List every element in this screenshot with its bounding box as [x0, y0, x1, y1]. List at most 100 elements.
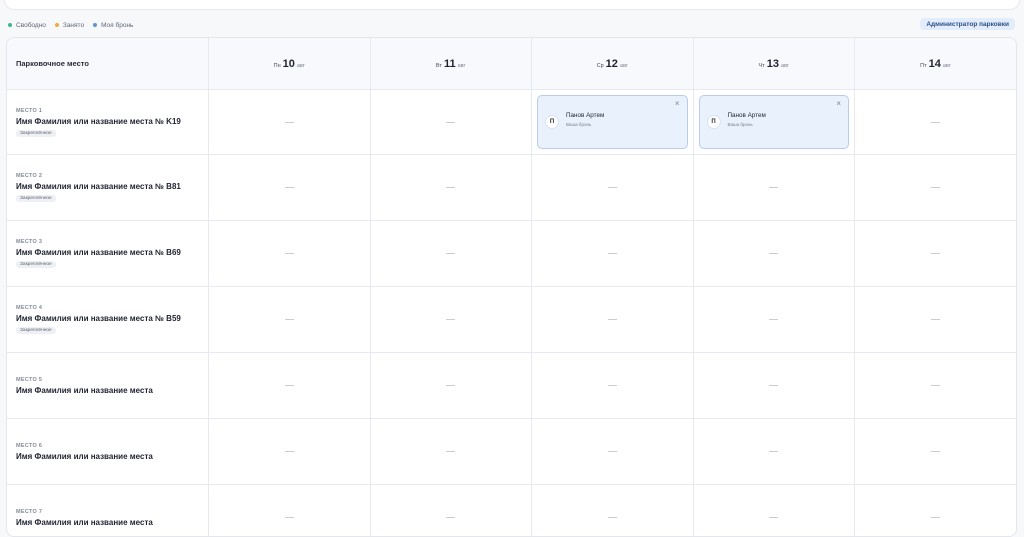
booking-subtitle: Ваша бронь: [727, 121, 753, 127]
slot-cell[interactable]: [532, 221, 694, 286]
slot-cell[interactable]: [694, 485, 855, 536]
spot-name: Имя Фамилия или название места: [16, 385, 153, 395]
booking-owner-name: Панов Артем: [727, 111, 766, 119]
empty-slot-dash: [284, 187, 294, 188]
slot-cell[interactable]: [371, 419, 532, 484]
legend-mine: Моя бронь: [93, 22, 133, 29]
empty-slot-dash: [446, 385, 456, 386]
close-icon[interactable]: ×: [675, 100, 680, 108]
spot-code: МЕСТО 1: [16, 107, 43, 114]
empty-slot-dash: [607, 187, 617, 188]
fixed-spot-badge: Закреплённое: [16, 261, 56, 268]
legend-busy: Занято: [54, 22, 84, 29]
day-weekday: Пт: [920, 62, 927, 69]
slot-cell[interactable]: [855, 221, 1016, 286]
day-header-mon: Пн 10 авг: [209, 38, 371, 89]
empty-slot-dash: [931, 121, 940, 123]
spot-name: Имя Фамилия или название места: [16, 517, 153, 527]
day-weekday: Чт: [758, 62, 765, 69]
spot-cell: МЕСТО 1 Имя Фамилия или название места №…: [7, 90, 209, 154]
slot-cell[interactable]: [532, 353, 694, 418]
slot-cell[interactable]: [209, 287, 371, 352]
avatar: П: [545, 115, 559, 129]
booking-card[interactable]: П Панов Артем Ваша бронь ×: [698, 95, 849, 149]
close-icon[interactable]: ×: [836, 100, 841, 108]
slot-cell[interactable]: [694, 287, 855, 352]
table-row: МЕСТО 4 Имя Фамилия или название места №…: [7, 287, 1016, 353]
table-row: МЕСТО 5 Имя Фамилия или название места: [7, 353, 1016, 419]
empty-slot-dash: [931, 319, 940, 320]
day-header-tue: Вт 11 авг: [371, 38, 532, 89]
slot-cell[interactable]: [371, 353, 532, 418]
slot-cell[interactable]: [694, 353, 855, 418]
parking-schedule-table: Парковочное место Пн 10 авг Вт 11 авг Ср…: [6, 37, 1017, 537]
table-row: МЕСТО 6 Имя Фамилия или название места: [7, 419, 1016, 485]
slot-cell: П Панов Артем Ваша бронь ×: [694, 90, 855, 154]
status-legend: Свободно Занято Моя бронь: [8, 19, 133, 31]
day-weekday: Ср: [596, 62, 604, 69]
slot-cell[interactable]: [371, 90, 532, 154]
fixed-spot-badge: Закреплённое: [16, 327, 56, 334]
booking-card[interactable]: П Панов Артем Ваша бронь ×: [537, 95, 688, 149]
slot-cell[interactable]: [209, 90, 371, 154]
table-row: МЕСТО 3 Имя Фамилия или название места №…: [7, 221, 1016, 287]
empty-slot-dash: [446, 517, 456, 518]
empty-slot-dash: [769, 319, 779, 320]
slot-cell[interactable]: [855, 419, 1016, 484]
empty-slot-dash: [607, 253, 617, 254]
legend-mine-label: Моя бронь: [101, 21, 134, 29]
slot-cell[interactable]: [532, 155, 694, 220]
empty-slot-dash: [446, 319, 456, 320]
slot-cell[interactable]: [209, 155, 371, 220]
spot-cell: МЕСТО 6 Имя Фамилия или название места: [7, 419, 209, 484]
empty-slot-dash: [446, 253, 456, 254]
spot-name: Имя Фамилия или название места № B69: [16, 248, 181, 257]
slot-cell[interactable]: [532, 419, 694, 484]
slot-cell[interactable]: [532, 485, 694, 536]
empty-slot-dash: [284, 121, 294, 123]
slot-cell[interactable]: [855, 155, 1016, 220]
fixed-spot-badge: Закреплённое: [16, 129, 56, 137]
empty-slot-dash: [446, 187, 456, 188]
empty-slot-dash: [769, 187, 779, 188]
slot-cell[interactable]: [371, 155, 532, 220]
spot-name: Имя Фамилия или название места № B59: [16, 314, 181, 323]
table-row: МЕСТО 2 Имя Фамилия или название места №…: [7, 155, 1016, 221]
slot-cell[interactable]: [209, 221, 371, 286]
empty-slot-dash: [769, 451, 779, 452]
slot-cell[interactable]: [371, 221, 532, 286]
empty-slot-dash: [931, 187, 940, 188]
slot-cell[interactable]: [855, 485, 1016, 536]
spot-name: Имя Фамилия или название места № B81: [16, 182, 181, 191]
spot-cell: МЕСТО 3 Имя Фамилия или название места №…: [7, 221, 209, 286]
day-number: 13: [766, 57, 779, 70]
table-row: МЕСТО 7 Имя Фамилия или название места: [7, 485, 1016, 536]
slot-cell[interactable]: [209, 419, 371, 484]
empty-slot-dash: [284, 253, 294, 254]
day-month: авг: [619, 62, 628, 69]
booking-owner-name: Панов Артем: [566, 111, 605, 119]
slot-cell[interactable]: [855, 90, 1016, 154]
empty-slot-dash: [446, 121, 456, 123]
booking-subtitle: Ваша бронь: [566, 121, 592, 127]
spot-code: МЕСТО 3: [16, 239, 43, 245]
slot-cell[interactable]: [371, 485, 532, 536]
empty-slot-dash: [931, 451, 940, 452]
slot-cell[interactable]: [209, 485, 371, 536]
empty-slot-dash: [769, 253, 779, 254]
day-weekday: Вт: [435, 62, 442, 69]
admin-role-badge[interactable]: Администратор парковки: [920, 18, 1015, 30]
slot-cell[interactable]: [209, 353, 371, 418]
slot-cell[interactable]: [371, 287, 532, 352]
legend-free-label: Свободно: [16, 21, 46, 29]
day-header-wed: Ср 12 авг: [532, 38, 694, 89]
mine-dot-icon: [93, 23, 98, 27]
slot-cell[interactable]: [532, 287, 694, 352]
slot-cell[interactable]: [855, 287, 1016, 352]
slot-cell[interactable]: [855, 353, 1016, 418]
slot-cell[interactable]: [694, 155, 855, 220]
slot-cell[interactable]: [694, 419, 855, 484]
slot-cell[interactable]: [694, 221, 855, 286]
empty-slot-dash: [931, 253, 940, 254]
spot-code: МЕСТО 7: [16, 508, 43, 515]
